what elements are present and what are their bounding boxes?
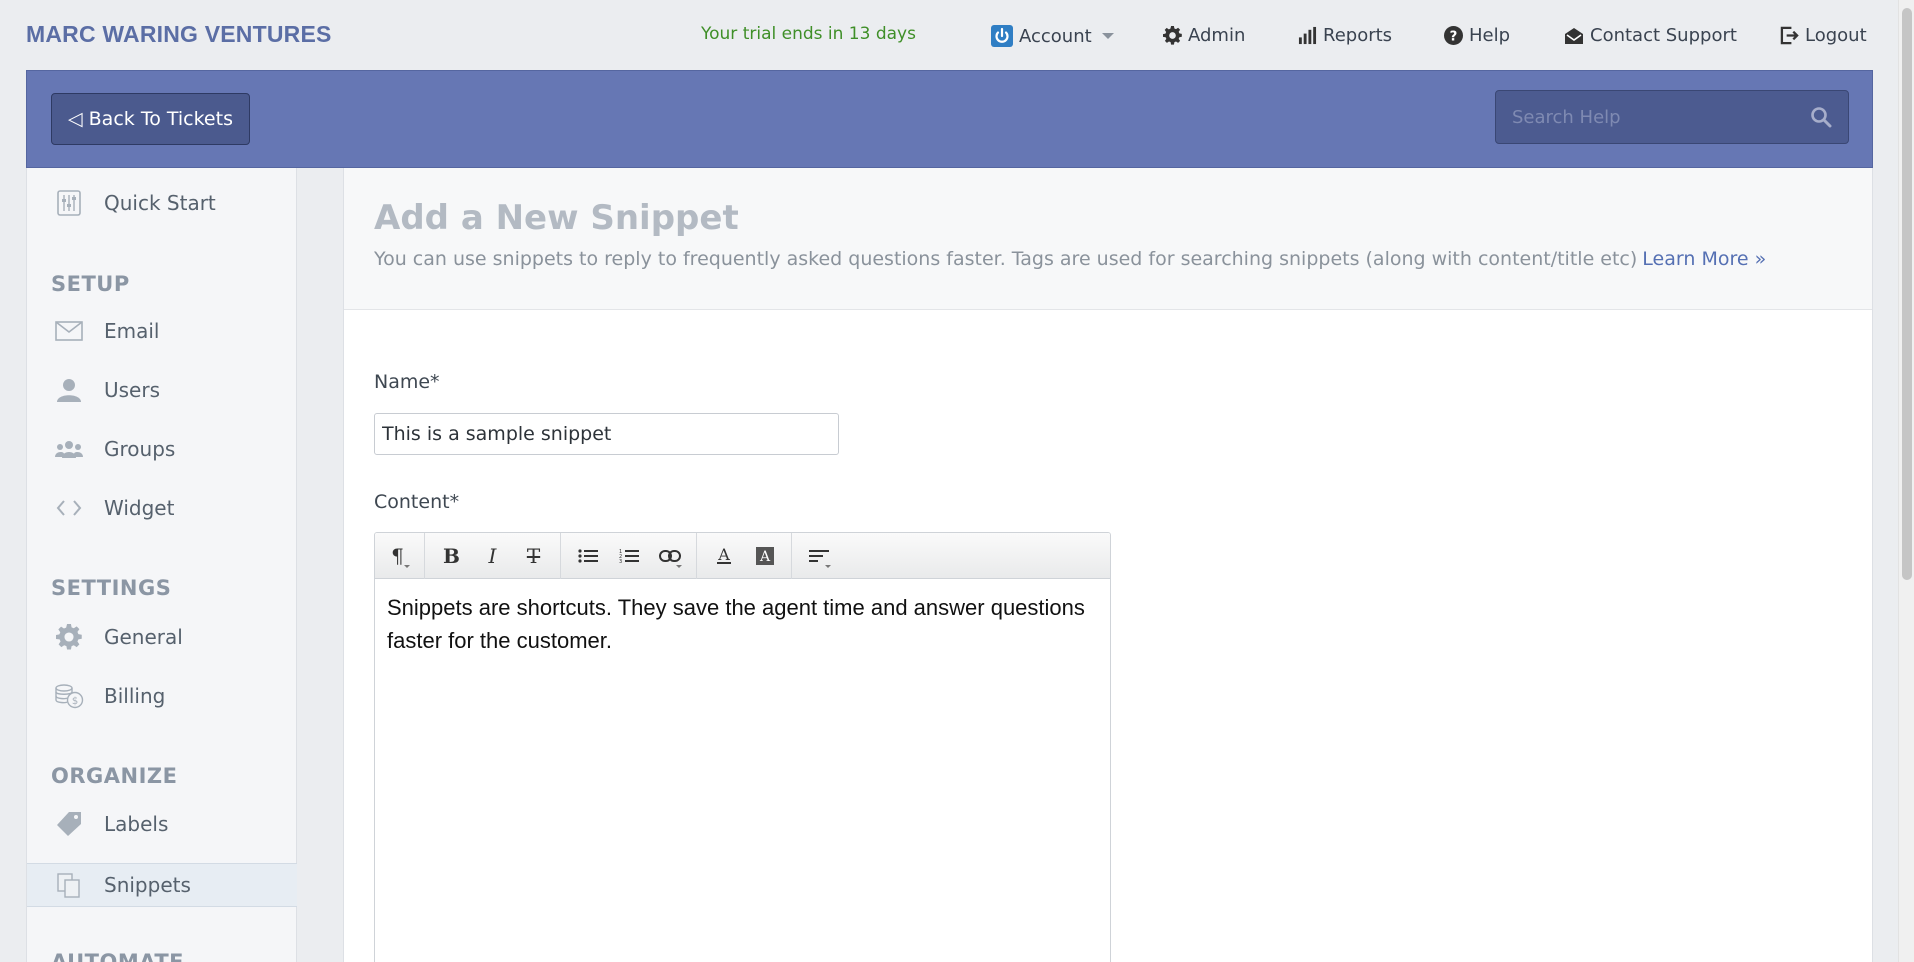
bulleted-list-icon[interactable] [567,536,608,576]
logout-link[interactable]: Logout [1780,25,1867,46]
power-icon [991,25,1013,47]
sidebar-item-label: Groups [104,437,176,461]
sidebar: Quick Start SETUP Email Users Groups Wid… [26,168,297,962]
sidebar-item-label: Quick Start [104,191,216,215]
tag-icon [54,809,84,839]
trial-notice: Your trial ends in 13 days [701,24,916,44]
brand-name[interactable]: MARC WARING VENTURES [26,21,332,48]
contact-support-label: Contact Support [1590,25,1737,46]
svg-text:A: A [758,549,770,565]
group-icon [54,434,84,464]
sidebar-heading-automate: AUTOMATE [51,950,185,962]
sidebar-item-billing[interactable]: $ Billing [27,674,297,718]
content-editor-body[interactable]: Snippets are shortcuts. They save the ag… [375,579,1110,962]
link-icon[interactable] [649,536,690,576]
name-label: Name* [374,371,440,393]
account-menu[interactable]: Account [991,25,1114,47]
strikethrough-icon[interactable]: T [513,536,554,576]
sidebar-item-label: Email [104,319,160,343]
search-input[interactable] [1496,91,1796,143]
content-label: Content* [374,491,460,513]
back-to-tickets-button[interactable]: ◁ Back To Tickets [51,93,250,145]
envelope-open-icon [1565,27,1583,44]
sidebar-item-label: Widget [104,496,175,520]
sidebar-item-users[interactable]: Users [27,368,297,412]
sliders-icon [54,188,84,218]
page-scrollbar[interactable] [1898,0,1914,962]
sidebar-item-general[interactable]: General [27,615,297,659]
account-label: Account [1019,25,1092,47]
svg-text:$: $ [72,696,78,707]
svg-text:3: 3 [619,559,622,564]
sidebar-item-groups[interactable]: Groups [27,427,297,471]
text-color-icon[interactable]: A [703,536,744,576]
sidebar-item-label: Users [104,378,161,402]
top-bar: MARC WARING VENTURES Your trial ends in … [0,0,1914,70]
sidebar-item-labels[interactable]: Labels [27,802,297,846]
bar-chart-icon [1298,26,1317,45]
copy-icon [54,870,84,900]
page-title: Add a New Snippet [374,198,739,238]
italic-icon[interactable]: I [472,536,513,576]
user-icon [54,375,84,405]
logout-icon [1780,26,1799,45]
sidebar-item-email[interactable]: Email [27,309,297,353]
bold-icon[interactable]: B [431,536,472,576]
page-intro: Add a New Snippet You can use snippets t… [344,168,1872,310]
sidebar-item-label: Billing [104,684,166,708]
reports-label: Reports [1323,25,1393,46]
help-label: Help [1469,25,1511,46]
help-link[interactable]: ? Help [1444,25,1510,46]
chevron-down-icon [1101,33,1114,39]
scrollbar-thumb[interactable] [1902,8,1912,580]
svg-text:?: ? [1450,29,1458,44]
svg-text:A: A [717,546,730,564]
admin-link[interactable]: Admin [1163,25,1245,46]
search-icon[interactable] [1810,106,1832,128]
sidebar-heading-organize: ORGANIZE [51,764,178,788]
search-help-box [1495,90,1849,144]
reports-link[interactable]: Reports [1298,25,1392,46]
code-icon [54,493,84,523]
sidebar-heading-settings: SETTINGS [51,576,172,600]
sidebar-item-snippets[interactable]: Snippets [27,863,297,907]
sidebar-item-label: Snippets [104,873,191,897]
gear-icon [54,622,84,652]
numbered-list-icon[interactable]: 123 [608,536,649,576]
page-header-bar: ◁ Back To Tickets [26,70,1873,168]
sidebar-item-quick-start[interactable]: Quick Start [27,181,297,225]
snippet-name-field[interactable] [374,413,839,455]
gear-icon [1163,26,1182,45]
envelope-icon [54,316,84,346]
learn-more-link[interactable]: Learn More » [1642,248,1766,270]
layout-gutter [297,168,343,962]
description-text: You can use snippets to reply to frequen… [374,248,1638,270]
rich-text-editor: ¶ B I T 123 A A Snippets are shortcuts. … [374,532,1111,962]
page-description: You can use snippets to reply to frequen… [374,248,1766,270]
background-color-icon[interactable]: A [744,536,785,576]
align-left-icon[interactable] [798,536,839,576]
editor-toolbar: ¶ B I T 123 A A [375,533,1110,579]
question-circle-icon: ? [1444,26,1463,45]
sidebar-heading-setup: SETUP [51,272,130,296]
sidebar-item-label: Labels [104,812,169,836]
admin-label: Admin [1188,25,1246,46]
paragraph-format-icon[interactable]: ¶ [377,536,418,576]
sidebar-item-widget[interactable]: Widget [27,486,297,530]
sidebar-item-label: General [104,625,183,649]
contact-support-link[interactable]: Contact Support [1564,25,1737,46]
main-content: Add a New Snippet You can use snippets t… [343,168,1873,962]
logout-label: Logout [1805,25,1867,46]
coins-icon: $ [54,681,84,711]
